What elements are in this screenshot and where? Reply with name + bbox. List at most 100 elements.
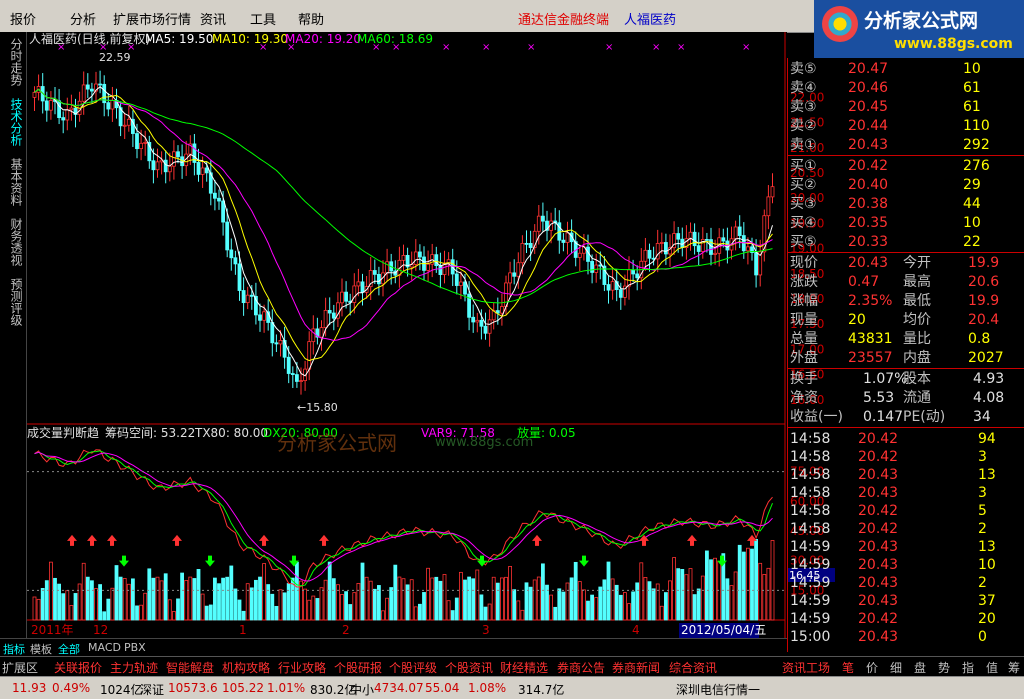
detail-tab[interactable]: 指: [962, 659, 974, 676]
sell-row: 卖② 20.44 110: [788, 117, 1024, 136]
candle-body: [733, 226, 738, 240]
nav-item[interactable]: 行业攻略: [278, 659, 326, 676]
candle-body: [135, 133, 139, 150]
candle-body: [454, 273, 459, 286]
detail-tab[interactable]: 笔: [842, 659, 854, 676]
tab-technical[interactable]: 技术分析: [3, 98, 23, 146]
nav-item[interactable]: 券商公告: [557, 659, 605, 676]
nav-item[interactable]: 综合资讯: [669, 659, 717, 676]
tab-indicator[interactable]: 指标: [3, 641, 25, 657]
time-label-4: 4: [632, 623, 640, 637]
detail-tab[interactable]: 细: [890, 659, 902, 676]
sz-label: 深证: [140, 683, 165, 697]
tab-macd[interactable]: MACD: [88, 641, 121, 654]
stat-label: 最低: [903, 293, 931, 309]
volume-bar: [471, 578, 476, 621]
zx-label: 中小: [350, 683, 375, 697]
fund-value: 4.93: [973, 371, 1005, 387]
candle-body: [233, 257, 238, 265]
tab-financials[interactable]: 财务透视: [3, 218, 23, 266]
tab-intraday[interactable]: 分时走势: [3, 38, 23, 86]
volume-bar: [750, 548, 754, 621]
menu-help[interactable]: 帮助: [298, 9, 324, 28]
detail-tab[interactable]: 盘: [914, 659, 926, 676]
tick-price: 20.43: [858, 485, 899, 501]
sell-row: 卖③ 20.45 61: [788, 98, 1024, 117]
kline-chart[interactable]: × × × × × × × × × × × × × × 人福医药(日线,前复权) MA5: 19.50 M…: [27, 32, 787, 652]
nav-item[interactable]: 机构攻略: [222, 659, 270, 676]
candle-body: [176, 151, 180, 158]
nav-item[interactable]: 个股研报: [334, 659, 382, 676]
volume-bar: [389, 587, 394, 621]
buy-volume: 22: [963, 234, 981, 250]
nav-item[interactable]: 关联报价: [54, 659, 102, 676]
menu-analysis[interactable]: 分析: [70, 9, 96, 28]
sell-volume: 110: [963, 118, 990, 134]
detail-tab[interactable]: 势: [938, 659, 950, 676]
volume-bar: [118, 576, 123, 621]
volume-bar: [393, 564, 398, 621]
candle-body: [754, 252, 758, 276]
nav-item[interactable]: 个股评级: [389, 659, 437, 676]
detail-tab[interactable]: 筹: [1008, 659, 1020, 676]
candle-body: [340, 291, 344, 304]
sell-label: 卖④: [790, 80, 817, 96]
tick-volume: 13: [978, 539, 996, 555]
menu-quote[interactable]: 报价: [10, 9, 36, 28]
menu-tools[interactable]: 工具: [250, 9, 276, 28]
candle-body: [376, 273, 381, 285]
stat-value: 20: [848, 312, 866, 328]
candle-body: [163, 159, 168, 173]
tab-forecast[interactable]: 预测评级: [3, 278, 23, 326]
nav-item[interactable]: 主力轨迹: [110, 659, 158, 676]
nav-item[interactable]: 财经精选: [500, 659, 548, 676]
candle-body: [463, 281, 467, 295]
detail-tab[interactable]: 值: [986, 659, 998, 676]
nav-item[interactable]: 个股资讯: [445, 659, 493, 676]
candle-body: [90, 88, 94, 92]
volume-bar: [225, 576, 230, 621]
tick-volume: 10: [978, 557, 996, 573]
tab-template[interactable]: 模板: [30, 641, 52, 657]
time-label-1: 1: [239, 623, 247, 637]
detail-tab[interactable]: 价: [866, 659, 878, 676]
signal-marker: ×: [605, 42, 613, 53]
volume-bar: [217, 583, 221, 621]
sell-volume: 292: [963, 137, 990, 153]
signal-marker: ×: [527, 42, 535, 53]
tick-time: 14:59: [790, 557, 831, 573]
candle-body: [61, 117, 66, 121]
tick-volume: 20: [978, 611, 996, 627]
menu-news[interactable]: 资讯: [200, 9, 226, 28]
candle-body: [327, 309, 332, 314]
candle-body: [331, 312, 336, 319]
nav-item[interactable]: 扩展区: [2, 659, 38, 676]
logo-title: 分析家公式网: [864, 10, 979, 32]
nav-item[interactable]: 资讯工场: [782, 659, 830, 676]
buy-price: 20.38: [848, 196, 889, 212]
candle-body: [520, 242, 525, 264]
candle-body: [171, 151, 176, 167]
stat-label: 内盘: [903, 350, 931, 366]
tick-price: 20.43: [858, 467, 899, 483]
tick-time: 14:58: [790, 449, 831, 465]
nav-item[interactable]: 券商新闻: [612, 659, 660, 676]
stat-value: 20.6: [968, 274, 1000, 290]
tab-fundamentals[interactable]: 基本资料: [3, 158, 23, 206]
tab-all[interactable]: 全部: [58, 641, 80, 657]
candle-body: [483, 325, 488, 334]
candle-body: [356, 281, 361, 287]
candle-body: [290, 373, 295, 375]
sell-price: 20.46: [848, 80, 889, 96]
menu-extended-market[interactable]: 扩展市场行情: [113, 9, 191, 28]
volume-bar: [229, 565, 234, 621]
server-label[interactable]: 深圳电信行情一: [676, 681, 760, 698]
stat-value: 20.4: [968, 312, 1000, 328]
candle-body: [508, 272, 513, 284]
volume-bar: [176, 598, 180, 621]
tab-pbx[interactable]: PBX: [124, 641, 146, 654]
volume-bar: [106, 598, 111, 621]
nav-item[interactable]: 智能解盘: [166, 659, 214, 676]
buy-label: 买①: [790, 158, 817, 174]
candle-body: [299, 380, 303, 382]
